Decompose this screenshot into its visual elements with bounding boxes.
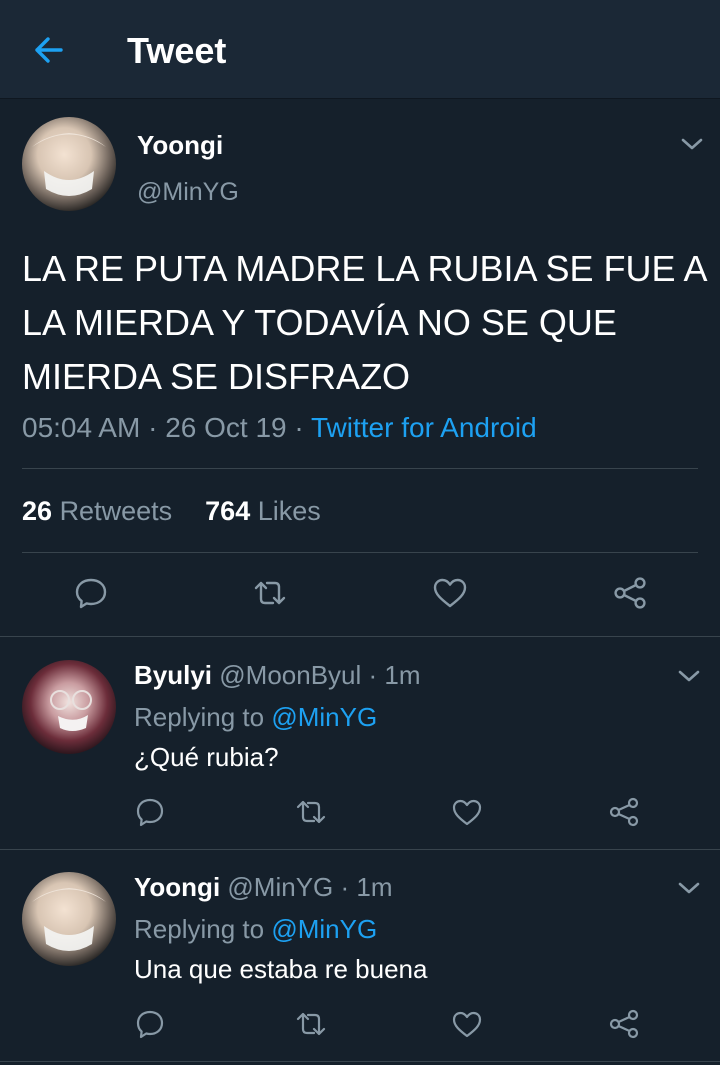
reply-text: Una que estaba re buena xyxy=(134,954,428,984)
share-icon[interactable] xyxy=(606,1006,642,1042)
tweet-date: 26 Oct 19 xyxy=(165,412,287,443)
reply-icon[interactable] xyxy=(132,1006,168,1042)
tweet-text: LA RE PUTA MADRE LA RUBIA SE FUE A LA MI… xyxy=(22,248,706,397)
reply-actions xyxy=(0,794,720,834)
separator: · xyxy=(368,660,378,690)
divider xyxy=(22,468,698,469)
avatar[interactable] xyxy=(22,117,116,211)
separator: · xyxy=(148,412,158,443)
divider xyxy=(22,552,698,553)
retweet-icon[interactable] xyxy=(293,1006,329,1042)
share-icon[interactable] xyxy=(606,794,642,830)
author-name[interactable]: Yoongi xyxy=(137,130,223,161)
replying-to: Replying to @MinYG xyxy=(134,702,377,733)
replying-prefix: Replying to xyxy=(134,702,265,732)
tweet-source-link[interactable]: Twitter for Android xyxy=(311,412,537,443)
reply-tweet[interactable]: Byulyi @MoonByul · 1m Replying to @MinYG… xyxy=(0,638,720,850)
author-name[interactable]: Byulyi xyxy=(134,660,212,690)
page-title: Tweet xyxy=(127,30,227,71)
reply-icon[interactable] xyxy=(132,794,168,830)
avatar[interactable] xyxy=(22,660,116,754)
author-handle[interactable]: @MoonByul xyxy=(219,660,361,690)
share-icon[interactable] xyxy=(612,575,648,611)
reply-icon[interactable] xyxy=(73,575,109,611)
reply-tweet[interactable]: Yoongi @MinYG · 1m Replying to @MinYG Un… xyxy=(0,850,720,1062)
chevron-down-icon[interactable] xyxy=(680,136,704,152)
mention-link[interactable]: @MinYG xyxy=(271,702,377,732)
retweets-stat[interactable]: 26 Retweets xyxy=(22,496,172,526)
replying-prefix: Replying to xyxy=(134,914,265,944)
reply-time: 1m xyxy=(356,872,393,902)
likes-count: 764 xyxy=(205,496,251,526)
author-handle[interactable]: @MinYG xyxy=(227,872,333,902)
replying-to: Replying to @MinYG xyxy=(134,914,377,945)
reply-time: 1m xyxy=(384,660,421,690)
tweet-actions xyxy=(0,575,720,615)
likes-stat[interactable]: 764 Likes xyxy=(205,496,321,526)
back-arrow-icon[interactable] xyxy=(30,31,68,69)
avatar[interactable] xyxy=(22,872,116,966)
mention-link[interactable]: @MinYG xyxy=(271,914,377,944)
chevron-down-icon[interactable] xyxy=(677,668,701,684)
like-icon[interactable] xyxy=(449,1006,485,1042)
like-icon[interactable] xyxy=(432,575,468,611)
main-tweet: Yoongi @MinYG LA RE PUTA MADRE LA RUBIA … xyxy=(0,100,720,637)
separator: · xyxy=(294,412,304,443)
author-handle[interactable]: @MinYG xyxy=(137,178,239,207)
chevron-down-icon[interactable] xyxy=(677,880,701,896)
retweet-icon[interactable] xyxy=(252,575,288,611)
tweet-time: 05:04 AM xyxy=(22,412,141,443)
separator: · xyxy=(340,872,350,902)
reply-actions xyxy=(0,1006,720,1046)
retweets-count: 26 xyxy=(22,496,53,526)
author-name[interactable]: Yoongi xyxy=(134,872,220,902)
likes-label: Likes xyxy=(257,496,321,526)
like-icon[interactable] xyxy=(449,794,485,830)
reply-header: Byulyi @MoonByul · 1m xyxy=(134,660,421,691)
top-bar: Tweet xyxy=(0,0,720,99)
retweets-label: Retweets xyxy=(59,496,173,526)
reply-text: ¿Qué rubia? xyxy=(134,742,279,772)
retweet-icon[interactable] xyxy=(293,794,329,830)
tweet-stats: 26 Retweets 764 Likes xyxy=(22,496,321,527)
reply-header: Yoongi @MinYG · 1m xyxy=(134,872,393,903)
tweet-meta: 05:04 AM · 26 Oct 19 · Twitter for Andro… xyxy=(22,412,537,444)
